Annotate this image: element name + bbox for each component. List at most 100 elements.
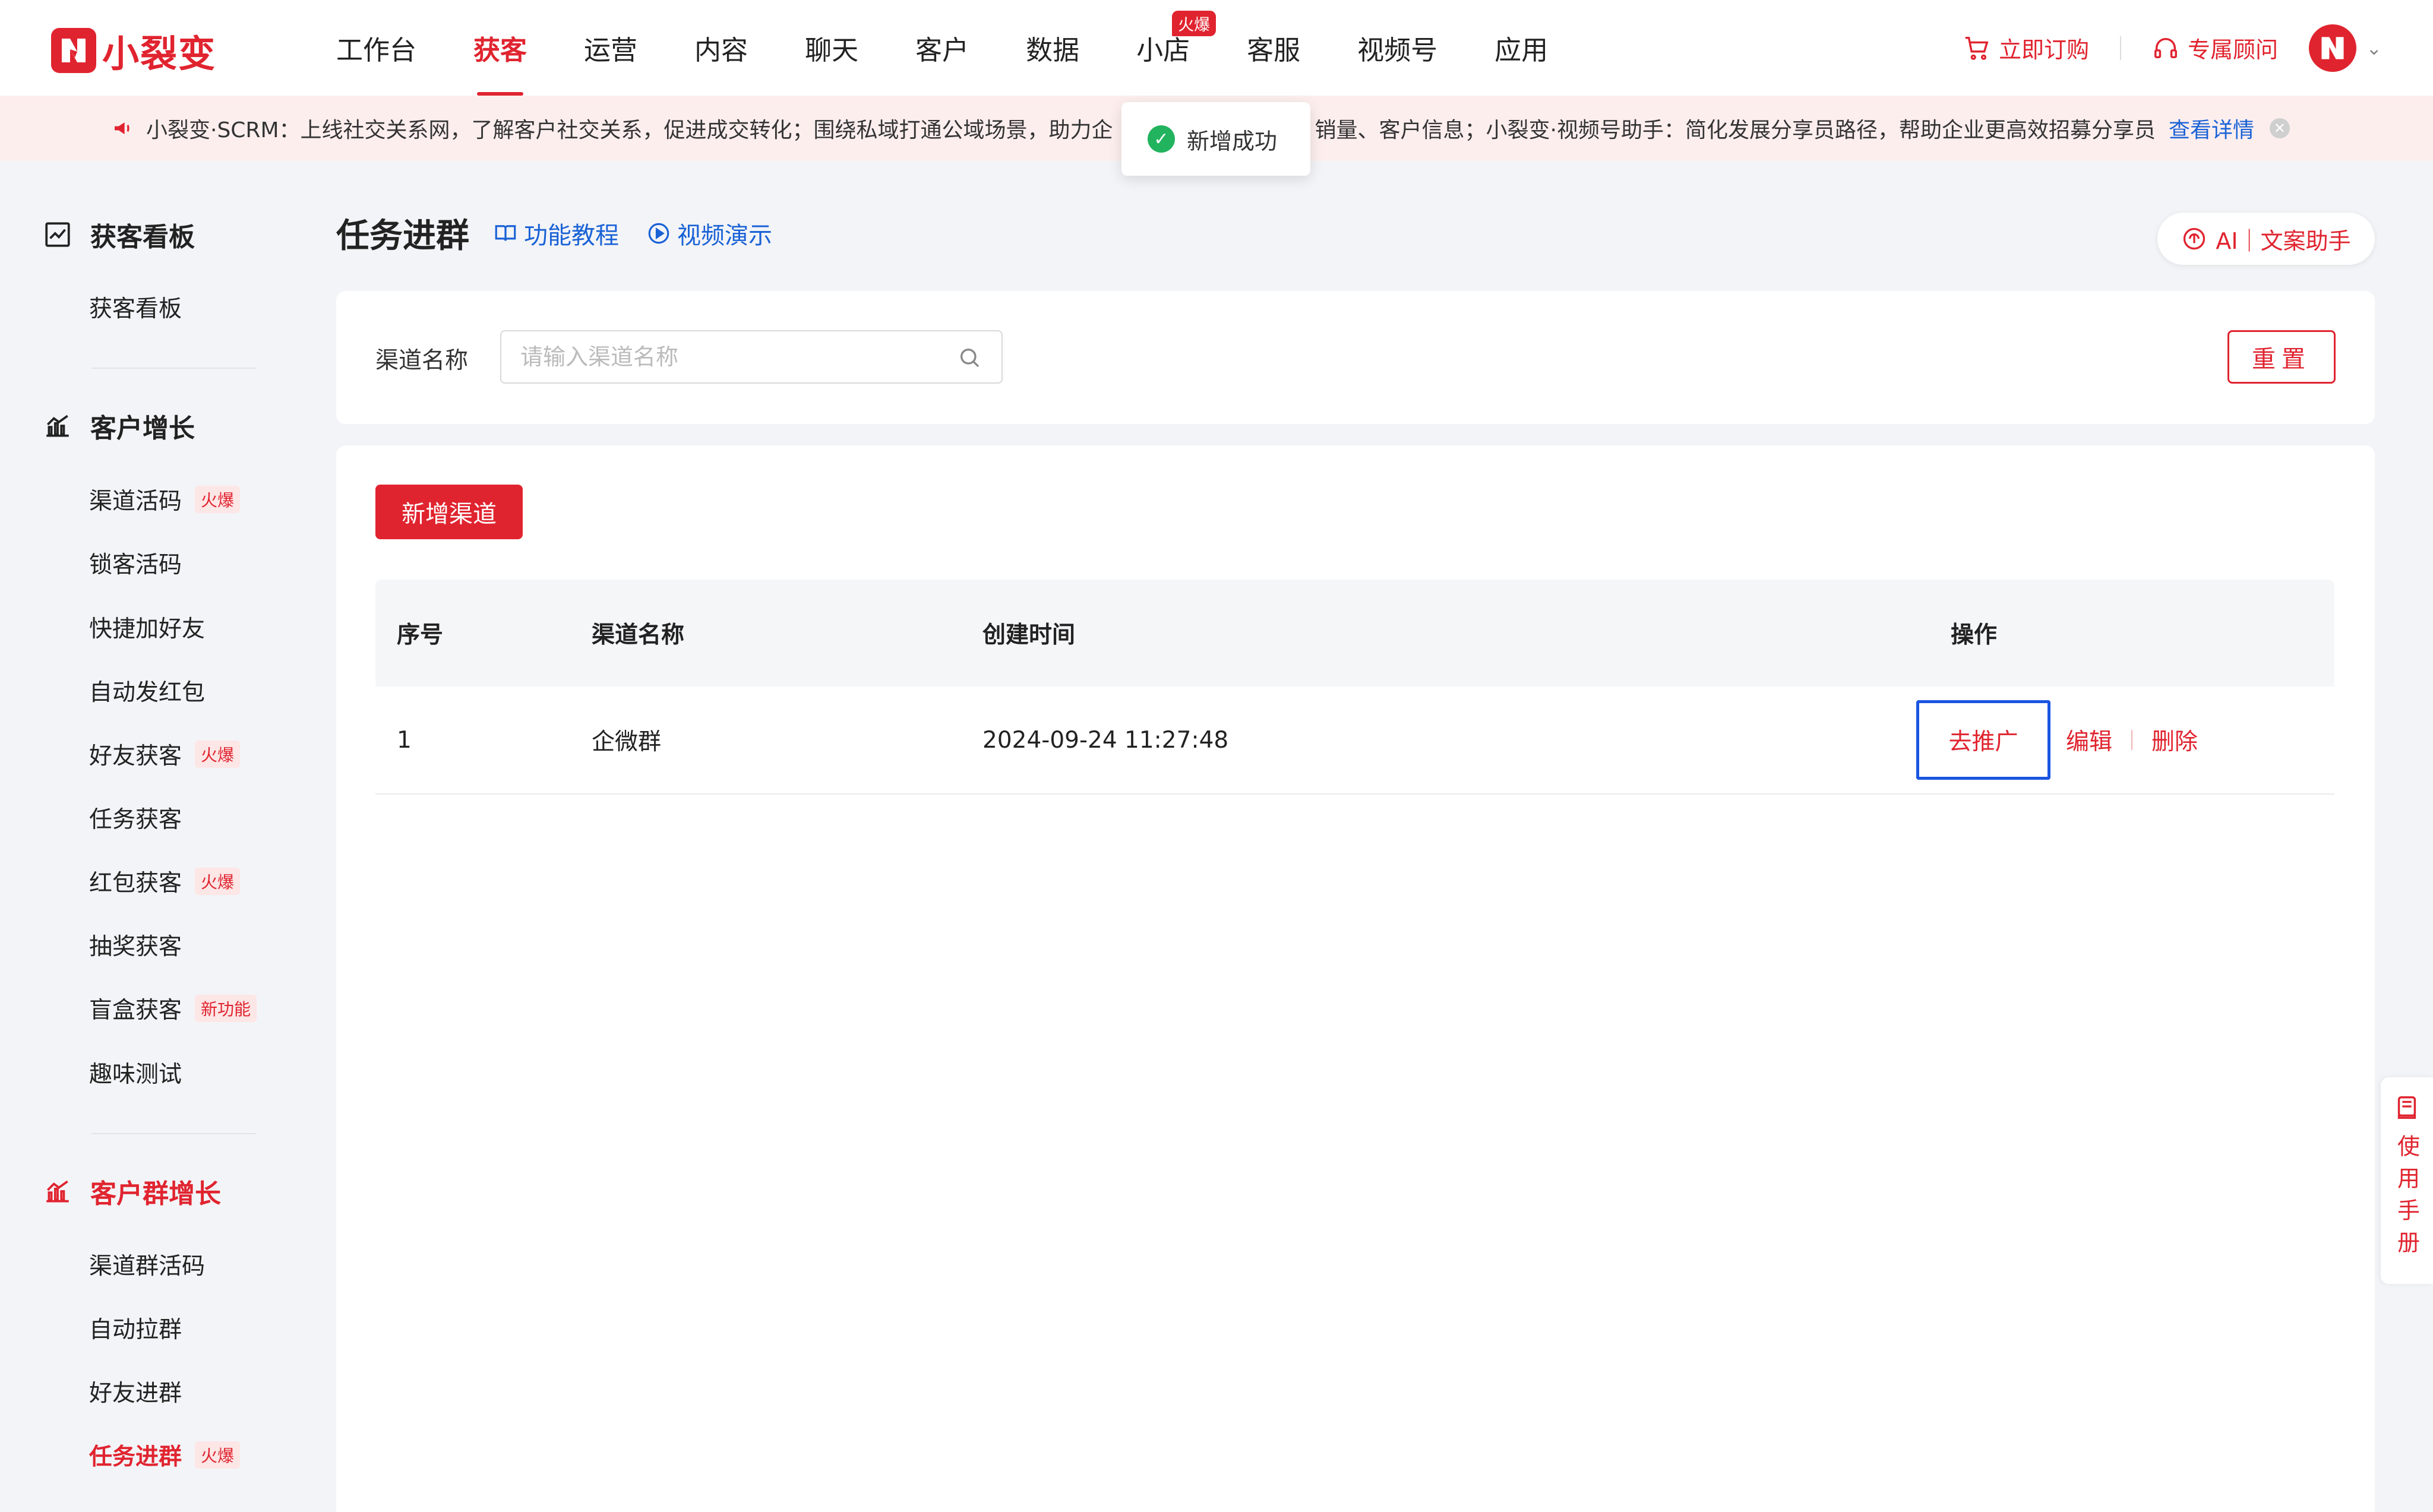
nav-label: 运营 (584, 34, 638, 66)
nav-label: 客户 (915, 34, 969, 66)
order-now-label: 立即订购 (1999, 37, 2090, 63)
hot-tag: 火爆 (195, 486, 241, 513)
nav-divider (2120, 36, 2122, 60)
check-circle-icon: ✓ (1148, 125, 1175, 153)
brand-logo[interactable]: 小裂变 (51, 24, 216, 77)
nav-item-workbench[interactable]: 工作台 (336, 0, 416, 96)
sidebar-item-label: 盲盒获客 (89, 997, 182, 1024)
close-icon[interactable]: ✕ (2269, 118, 2290, 138)
action-divider (2131, 730, 2133, 750)
sidebar-group-dashboard[interactable]: 获客看板 (43, 216, 195, 254)
nav-item-operation[interactable]: 运营 (584, 0, 637, 96)
sidebar-item-label: 渠道活码 (89, 488, 182, 515)
channel-name-input[interactable] (500, 330, 1003, 384)
sidebar-item-red-packet-acquire[interactable]: 红包获客 火爆 (89, 865, 241, 898)
nav-item-data[interactable]: 数据 (1026, 0, 1079, 96)
reset-button[interactable]: 重置 (2227, 330, 2336, 384)
play-circle-icon (648, 223, 669, 243)
sidebar-group-label: 客户群增长 (90, 1179, 221, 1209)
sidebar-item-channel-code[interactable]: 渠道活码 火爆 (89, 483, 241, 516)
sidebar-divider (91, 368, 257, 369)
nav-label: 视频号 (1357, 34, 1438, 66)
promote-button[interactable]: 去推广 (1916, 700, 2050, 780)
account-menu[interactable]: ⌄ (2309, 24, 2382, 72)
user-manual-label: 使用手册 (2393, 1134, 2420, 1263)
sidebar-item-label: 任务获客 (89, 806, 182, 833)
sidebar-divider (91, 1133, 257, 1134)
ai-copywriting-button[interactable]: AI｜文案助手 (2157, 213, 2375, 265)
sidebar-item-fun-quiz[interactable]: 趣味测试 (89, 1056, 182, 1089)
sidebar-item-quick-add-friend[interactable]: 快捷加好友 (89, 611, 205, 644)
cell-created-time: 2024-09-24 11:27:48 (982, 726, 1229, 754)
sidebar-item-friend-join-group[interactable]: 好友进群 (89, 1375, 182, 1408)
sidebar: 获客看板 获客看板 客户增长 渠道活码 火爆 锁客活码 快捷加好友 自动发红包 … (0, 161, 303, 1512)
chart-line-icon (45, 222, 70, 247)
sidebar-item-task-acquire[interactable]: 任务获客 (89, 801, 182, 834)
search-icon[interactable] (958, 346, 981, 369)
sidebar-item-friend-acquire[interactable]: 好友获客 火爆 (89, 738, 241, 771)
channel-name-label: 渠道名称 (375, 347, 469, 374)
filter-panel: 渠道名称 重置 (336, 291, 2375, 424)
nav-label: 工作台 (336, 34, 417, 66)
nav-item-service[interactable]: 客服 (1247, 0, 1300, 96)
cell-channel-name: 企微群 (592, 729, 662, 755)
tutorial-link[interactable]: 功能教程 (493, 216, 619, 251)
cell-actions: 去推广 编辑 删除 (1916, 687, 2203, 793)
nav-item-channels[interactable]: 视频号 (1357, 0, 1437, 96)
ai-copywriting-label: AI｜文案助手 (2216, 227, 2351, 254)
nav-item-apps[interactable]: 应用 (1494, 0, 1548, 96)
column-header-created-time: 创建时间 (982, 622, 1076, 649)
sidebar-group-group-growth[interactable]: 客户群增长 (43, 1172, 221, 1210)
sidebar-item-lottery-acquire[interactable]: 抽奖获客 (89, 928, 182, 961)
sidebar-item-dashboard[interactable]: 获客看板 (89, 290, 182, 324)
video-demo-label: 视频演示 (677, 222, 772, 249)
sidebar-item-label: 自动发红包 (89, 679, 206, 706)
toast-message: 新增成功 (1187, 128, 1278, 154)
nav-label: 聊天 (805, 34, 859, 66)
page-header: 任务进群 功能教程 视频演示 (336, 209, 800, 257)
cell-index: 1 (397, 726, 412, 754)
success-toast: ✓ 新增成功 (1121, 102, 1310, 176)
user-manual-tab[interactable]: 使用手册 (2381, 1077, 2433, 1284)
add-channel-button[interactable]: 新增渠道 (375, 485, 523, 539)
brand-name: 小裂变 (102, 32, 217, 75)
sidebar-item-auto-invite-group[interactable]: 自动拉群 (89, 1311, 182, 1345)
sidebar-item-blind-box-acquire[interactable]: 盲盒获客 新功能 (89, 992, 257, 1025)
advisor-link[interactable]: 专属顾问 (2152, 31, 2278, 64)
growth-chart-icon (46, 1180, 69, 1203)
sidebar-item-label: 获客看板 (89, 296, 182, 322)
sidebar-item-label: 好友获客 (89, 743, 182, 770)
nav-item-chat[interactable]: 聊天 (805, 0, 858, 96)
announcement-details-link[interactable]: 查看详情 (2169, 113, 2254, 144)
nav-item-acquire[interactable]: 获客 (473, 0, 527, 96)
avatar (2309, 24, 2357, 72)
sidebar-item-channel-group-code[interactable]: 渠道群活码 (89, 1248, 205, 1281)
sidebar-item-lock-code[interactable]: 锁客活码 (89, 546, 182, 580)
nav-item-shop[interactable]: 小店 火爆 (1136, 0, 1216, 96)
channel-table: 序号 渠道名称 创建时间 操作 1 企微群 2024-09-24 11:27:4… (375, 580, 2334, 795)
video-demo-link[interactable]: 视频演示 (646, 216, 772, 251)
sidebar-group-label: 获客看板 (90, 222, 195, 252)
app-root: 小裂变 工作台 获客 运营 内容 聊天 客户 数据 小店 火爆 客服 视频号 应… (0, 0, 2433, 1512)
hot-tag: 火爆 (195, 1441, 241, 1469)
hot-tag: 火爆 (195, 868, 241, 895)
tutorial-label: 功能教程 (524, 222, 619, 249)
nav-item-content[interactable]: 内容 (694, 0, 748, 96)
chevron-down-icon: ⌄ (2366, 36, 2382, 59)
nav-right-group: 立即订购 专属顾问 ⌄ (1963, 0, 2382, 96)
delete-button[interactable]: 删除 (2147, 723, 2203, 757)
edit-button[interactable]: 编辑 (2061, 723, 2117, 757)
sidebar-item-label: 自动拉群 (89, 1317, 182, 1343)
sidebar-item-auto-red-packet[interactable]: 自动发红包 (89, 674, 205, 707)
nav-item-customer[interactable]: 客户 (915, 0, 969, 96)
cart-icon (1965, 36, 1989, 60)
megaphone-icon (115, 122, 129, 134)
main-nav: 工作台 获客 运营 内容 聊天 客户 数据 小店 火爆 客服 视频号 应用 (336, 0, 1605, 96)
sidebar-item-task-join-group[interactable]: 任务进群 火爆 (89, 1438, 241, 1472)
new-feature-tag: 新功能 (195, 995, 257, 1022)
sidebar-group-customer-growth[interactable]: 客户增长 (43, 407, 195, 445)
sidebar-item-label: 渠道群活码 (89, 1253, 206, 1280)
sidebar-item-label: 快捷加好友 (89, 616, 206, 643)
order-now-link[interactable]: 立即订购 (1963, 31, 2089, 64)
book-icon (495, 224, 516, 241)
